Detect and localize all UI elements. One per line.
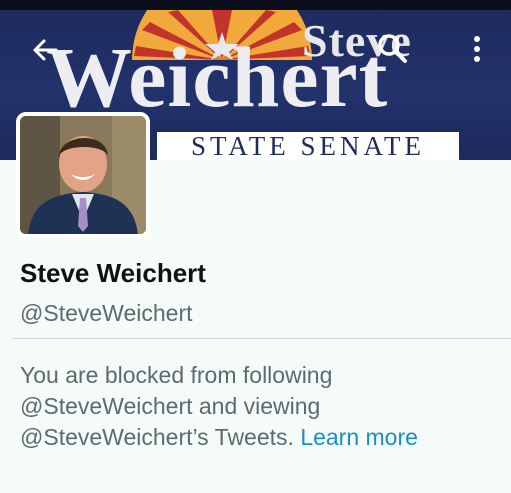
more-vertical-icon [474,36,480,62]
learn-more-link[interactable]: Learn more [300,424,418,450]
profile-handle: @SteveWeichert [20,300,193,326]
banner-subtitle-box: STATE SENATE [154,129,462,160]
blocked-notice-text: You are blocked from following @SteveWei… [20,362,333,450]
avatar-photo [20,116,146,234]
banner-subtitle: STATE SENATE [190,130,426,161]
back-button[interactable] [26,30,66,70]
banner-last-name: Weichert [46,29,389,125]
profile-name: Steve Weichert [20,258,206,288]
search-icon [378,34,407,63]
section-divider [12,338,511,339]
profile-avatar[interactable] [16,112,150,238]
status-bar [0,0,511,10]
blocked-notice: You are blocked from following @SteveWei… [20,360,490,453]
search-button[interactable] [372,28,412,68]
more-options-button[interactable] [462,30,492,70]
arrow-left-icon [33,39,58,61]
